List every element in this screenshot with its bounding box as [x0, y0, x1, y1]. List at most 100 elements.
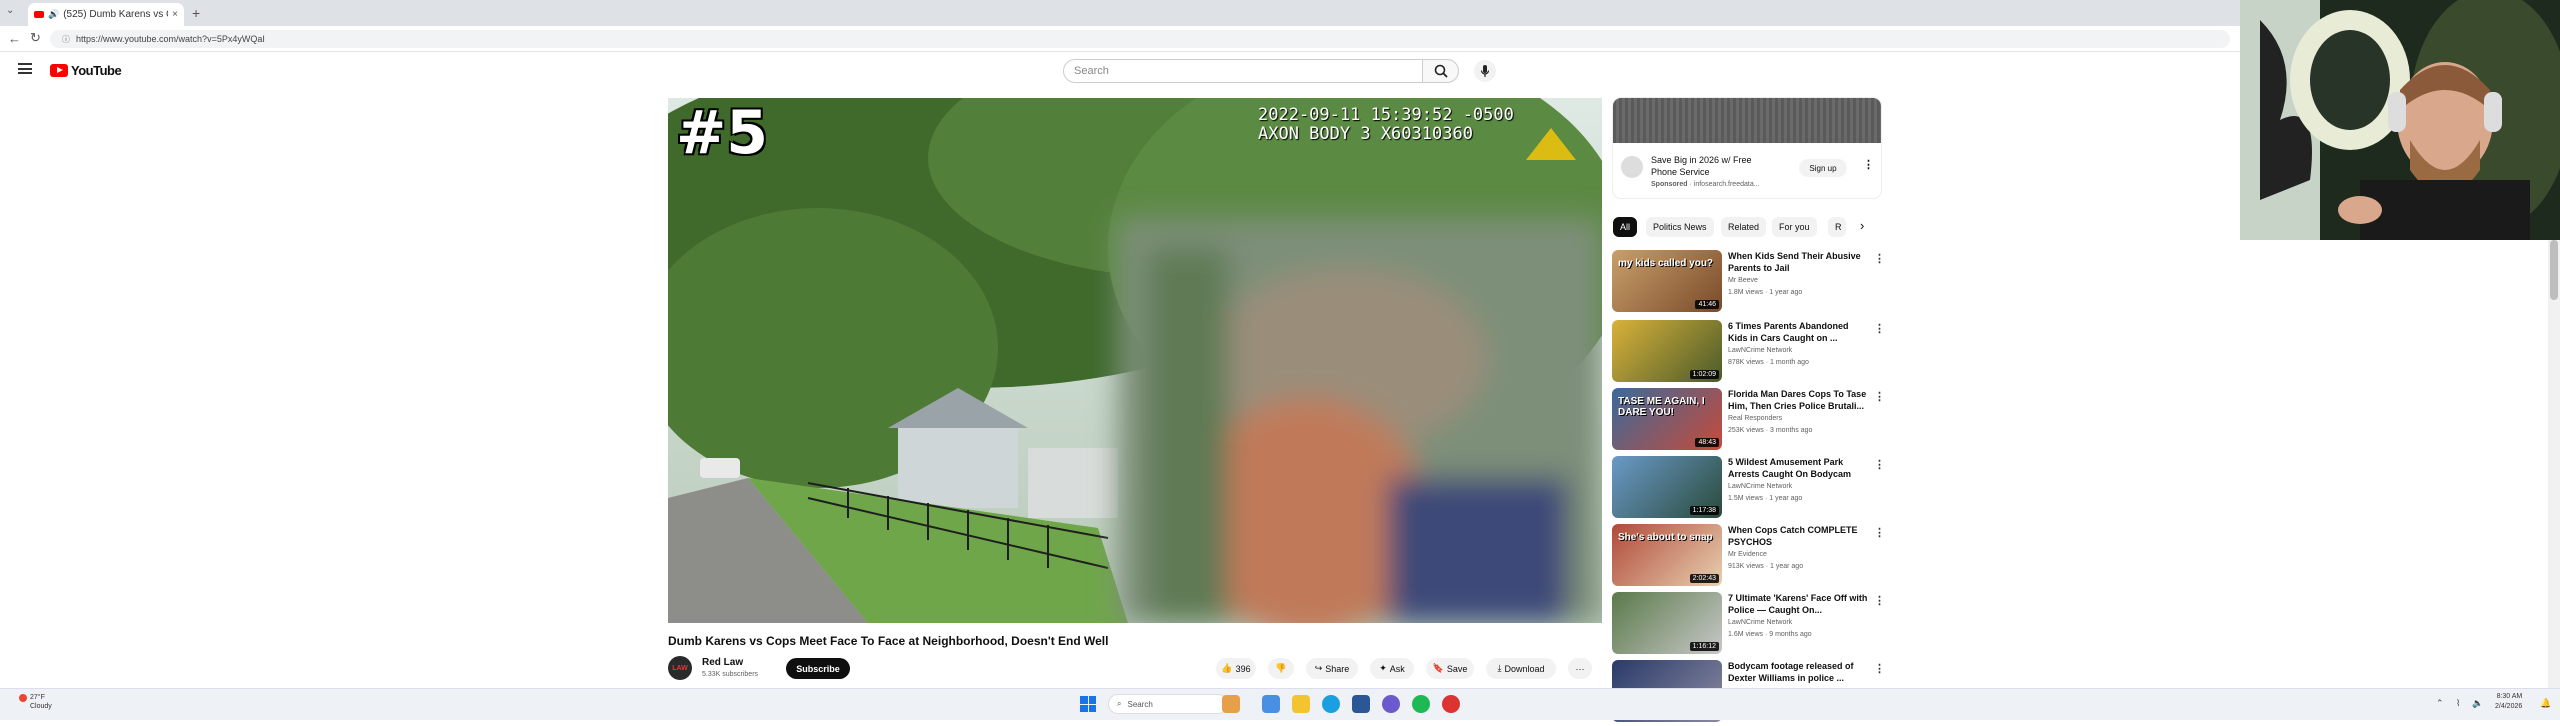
recommendation-channel[interactable]: Mr Evidence	[1728, 551, 1767, 558]
recommendation-meta: 1.5M views · 1 year ago	[1728, 495, 1803, 502]
save-button[interactable]: 🔖 Save	[1426, 658, 1474, 679]
taskbar-app-calendar-icon[interactable]	[1352, 695, 1370, 713]
taskbar-search[interactable]: ⌕ Search	[1108, 694, 1228, 714]
sparkle-icon: ✦	[1379, 663, 1387, 673]
recommendation-title[interactable]: 5 Wildest Amusement Park Arrests Caught …	[1728, 456, 1868, 480]
tab-close-icon[interactable]: ×	[172, 9, 178, 20]
recommendation-more-icon[interactable]: ⋮	[1874, 594, 1885, 607]
recommendation-title[interactable]: Bodycam footage released of Dexter Willi…	[1728, 660, 1868, 684]
share-button[interactable]: ↪ Share	[1306, 658, 1358, 679]
reload-icon[interactable]: ↻	[30, 30, 41, 46]
taskbar-app-chat-icon[interactable]	[1382, 695, 1400, 713]
search-input[interactable]: Search	[1063, 59, 1423, 83]
recommendation-more-icon[interactable]: ⋮	[1874, 390, 1885, 403]
video-thumbnail[interactable]: She's about to snap 2:02:43	[1612, 524, 1722, 586]
recommendation-more-icon[interactable]: ⋮	[1874, 322, 1885, 335]
youtube-logo[interactable]: YouTube	[50, 63, 122, 78]
recommendation-card[interactable]: 1:16:12 7 Ultimate 'Karens' Face Off with…	[1612, 592, 1885, 658]
recommendation-more-icon[interactable]: ⋮	[1874, 526, 1885, 539]
save-label: Save	[1446, 663, 1468, 674]
sponsored-ad-card[interactable]: Save Big in 2026 w/ Free Phone Service S…	[1613, 98, 1881, 198]
recommendation-channel[interactable]: LawNCrime Network	[1728, 483, 1792, 490]
taskbar-app-record-icon[interactable]	[1442, 695, 1460, 713]
recommendation-card[interactable]: 1:02:09 6 Times Parents Abandoned Kids in…	[1612, 320, 1885, 386]
volume-icon[interactable]: 🔈	[2472, 698, 2483, 709]
spotify-icon[interactable]	[1412, 695, 1430, 713]
search-button[interactable]	[1423, 59, 1459, 83]
recommendation-title[interactable]: When Cops Catch COMPLETE PSYCHOS	[1728, 524, 1868, 548]
ask-button[interactable]: ✦ Ask	[1370, 658, 1414, 679]
taskbar-clock[interactable]: 8:30 AM 2/4/2026	[2495, 692, 2522, 712]
video-thumbnail[interactable]: 1:02:09	[1612, 320, 1722, 382]
recommendation-card[interactable]: TASE ME AGAIN, I DARE YOU! 48:43 Florida M…	[1612, 388, 1885, 454]
like-button[interactable]: 👍 396	[1216, 658, 1256, 679]
subscribe-button[interactable]: Subscribe	[786, 658, 850, 679]
ad-sponsor-domain: · infosearch.freedata...	[1689, 181, 1760, 188]
bodycam-timestamp-date: 2022-09-11 15:39:52 -0500	[1258, 105, 1514, 125]
back-arrow-icon[interactable]: ←	[8, 31, 21, 46]
recommendation-card[interactable]: my kids called you? 41:46 When Kids Send T…	[1612, 250, 1885, 316]
recommendation-more-icon[interactable]: ⋮	[1874, 458, 1885, 471]
file-explorer-icon[interactable]	[1292, 695, 1310, 713]
video-thumbnail[interactable]: my kids called you? 41:46	[1612, 250, 1722, 312]
video-duration-badge: 41:46	[1695, 300, 1719, 309]
recommendation-channel[interactable]: LawNCrime Network	[1728, 619, 1792, 626]
tab-list-chevron-icon[interactable]: ⌄	[6, 5, 14, 16]
chip-truncated[interactable]: R	[1828, 217, 1846, 237]
ad-more-icon[interactable]: ⋮	[1863, 158, 1874, 171]
tray-overflow-chevron-icon[interactable]: ⌃	[2436, 698, 2444, 709]
ad-title[interactable]: Save Big in 2026 w/ Free Phone Service	[1651, 154, 1766, 178]
ad-banner-image[interactable]	[1613, 98, 1881, 143]
network-icon[interactable]: ⌇	[2456, 698, 2460, 709]
browser-tab-active[interactable]: 🔊 (525) Dumb Karens vs Cops M ×	[28, 3, 184, 26]
video-player[interactable]: #5 2022-09-11 15:39:52 -0500 AXON BODY 3…	[668, 98, 1602, 623]
hamburger-menu-icon[interactable]	[18, 63, 32, 74]
page-scrollbar-thumb[interactable]	[2550, 240, 2558, 300]
notification-bell-icon[interactable]: 🔔	[2540, 698, 2551, 709]
channel-name[interactable]: Red Law	[702, 657, 743, 668]
recommendation-card[interactable]: She's about to snap 2:02:43 When Cops Catc…	[1612, 524, 1885, 590]
recommendation-meta: 878K views · 1 month ago	[1728, 359, 1809, 366]
recommendation-more-icon[interactable]: ⋮	[1874, 662, 1885, 675]
windows-start-icon[interactable]	[1080, 696, 1096, 712]
recommendation-title[interactable]: Florida Man Dares Cops To Tase Him, Then…	[1728, 388, 1868, 412]
audio-playing-icon[interactable]: 🔊	[48, 9, 59, 20]
recommendation-channel[interactable]: LawNCrime Network	[1728, 347, 1792, 354]
recommendation-more-icon[interactable]: ⋮	[1874, 252, 1885, 265]
browser-app-icon[interactable]	[1322, 695, 1340, 713]
video-duration-badge: 2:02:43	[1689, 574, 1719, 583]
more-actions-button[interactable]: ···	[1568, 658, 1592, 679]
chip-politics-news[interactable]: Politics News	[1646, 217, 1714, 237]
recommendation-card[interactable]: 1:17:38 5 Wildest Amusement Park Arrests …	[1612, 456, 1885, 522]
ad-signup-button[interactable]: Sign up	[1799, 159, 1847, 177]
download-label: Download	[1504, 663, 1545, 674]
recommendation-title[interactable]: 7 Ultimate 'Karens' Face Off with Police…	[1728, 592, 1868, 616]
recommendation-channel[interactable]: Real Responders	[1728, 415, 1782, 422]
chip-for-you[interactable]: For you	[1772, 217, 1817, 237]
taskbar-app-store-icon[interactable]	[1262, 695, 1280, 713]
dislike-button[interactable]: 👎	[1268, 658, 1294, 679]
site-info-icon[interactable]: ⓘ	[62, 34, 70, 45]
chips-next-chevron-icon[interactable]: ›	[1860, 218, 1864, 233]
ad-advertiser-logo	[1621, 156, 1643, 178]
video-duration-badge: 1:17:38	[1689, 506, 1719, 515]
recommendation-title[interactable]: When Kids Send Their Abusive Parents to …	[1728, 250, 1868, 274]
webcam-overlay	[2240, 0, 2560, 240]
recommendation-channel[interactable]: Mr Beeve	[1728, 277, 1758, 284]
search-icon	[1434, 64, 1448, 78]
address-bar[interactable]: ⓘ https://www.youtube.com/watch?v=5Px4yW…	[50, 30, 2230, 48]
new-tab-button[interactable]: +	[192, 5, 200, 21]
channel-avatar[interactable]: LAW	[668, 656, 692, 680]
chip-related[interactable]: Related	[1721, 217, 1767, 237]
video-thumbnail[interactable]: TASE ME AGAIN, I DARE YOU! 48:43	[1612, 388, 1722, 450]
bodycam-timestamp: 2022-09-11 15:39:52 -0500 AXON BODY 3 X6…	[1258, 106, 1514, 144]
ask-label: Ask	[1389, 663, 1405, 674]
weather-widget[interactable]: 27°F Cloudy	[18, 693, 52, 711]
video-thumbnail[interactable]: 1:17:38	[1612, 456, 1722, 518]
video-thumbnail[interactable]: 1:16:12	[1612, 592, 1722, 654]
download-button[interactable]: ⤓ Download	[1486, 658, 1556, 679]
voice-search-button[interactable]	[1474, 60, 1496, 82]
recommendation-title[interactable]: 6 Times Parents Abandoned Kids in Cars C…	[1728, 320, 1868, 344]
taskbar-app-widget-icon[interactable]	[1222, 695, 1240, 713]
chip-all[interactable]: All	[1613, 217, 1638, 237]
